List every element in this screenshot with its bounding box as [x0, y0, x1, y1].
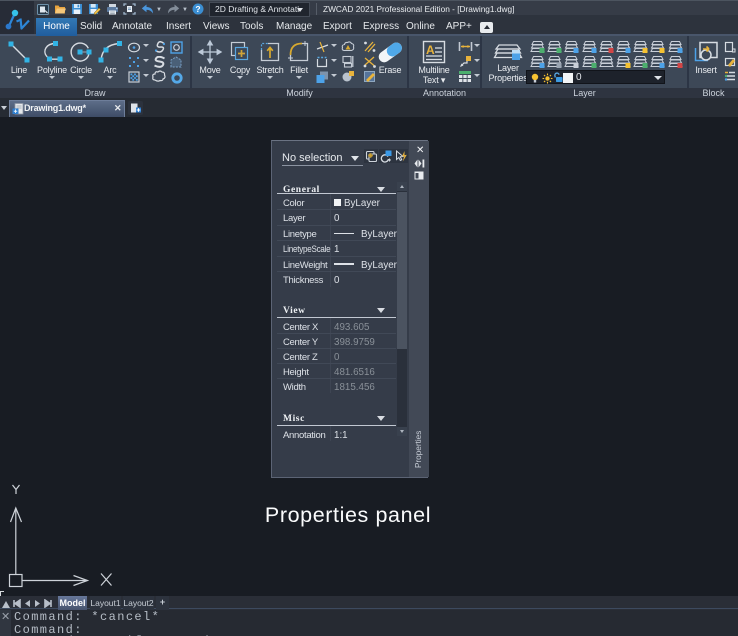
svg-text:A: A [426, 43, 435, 57]
svg-text:?: ? [195, 4, 200, 14]
